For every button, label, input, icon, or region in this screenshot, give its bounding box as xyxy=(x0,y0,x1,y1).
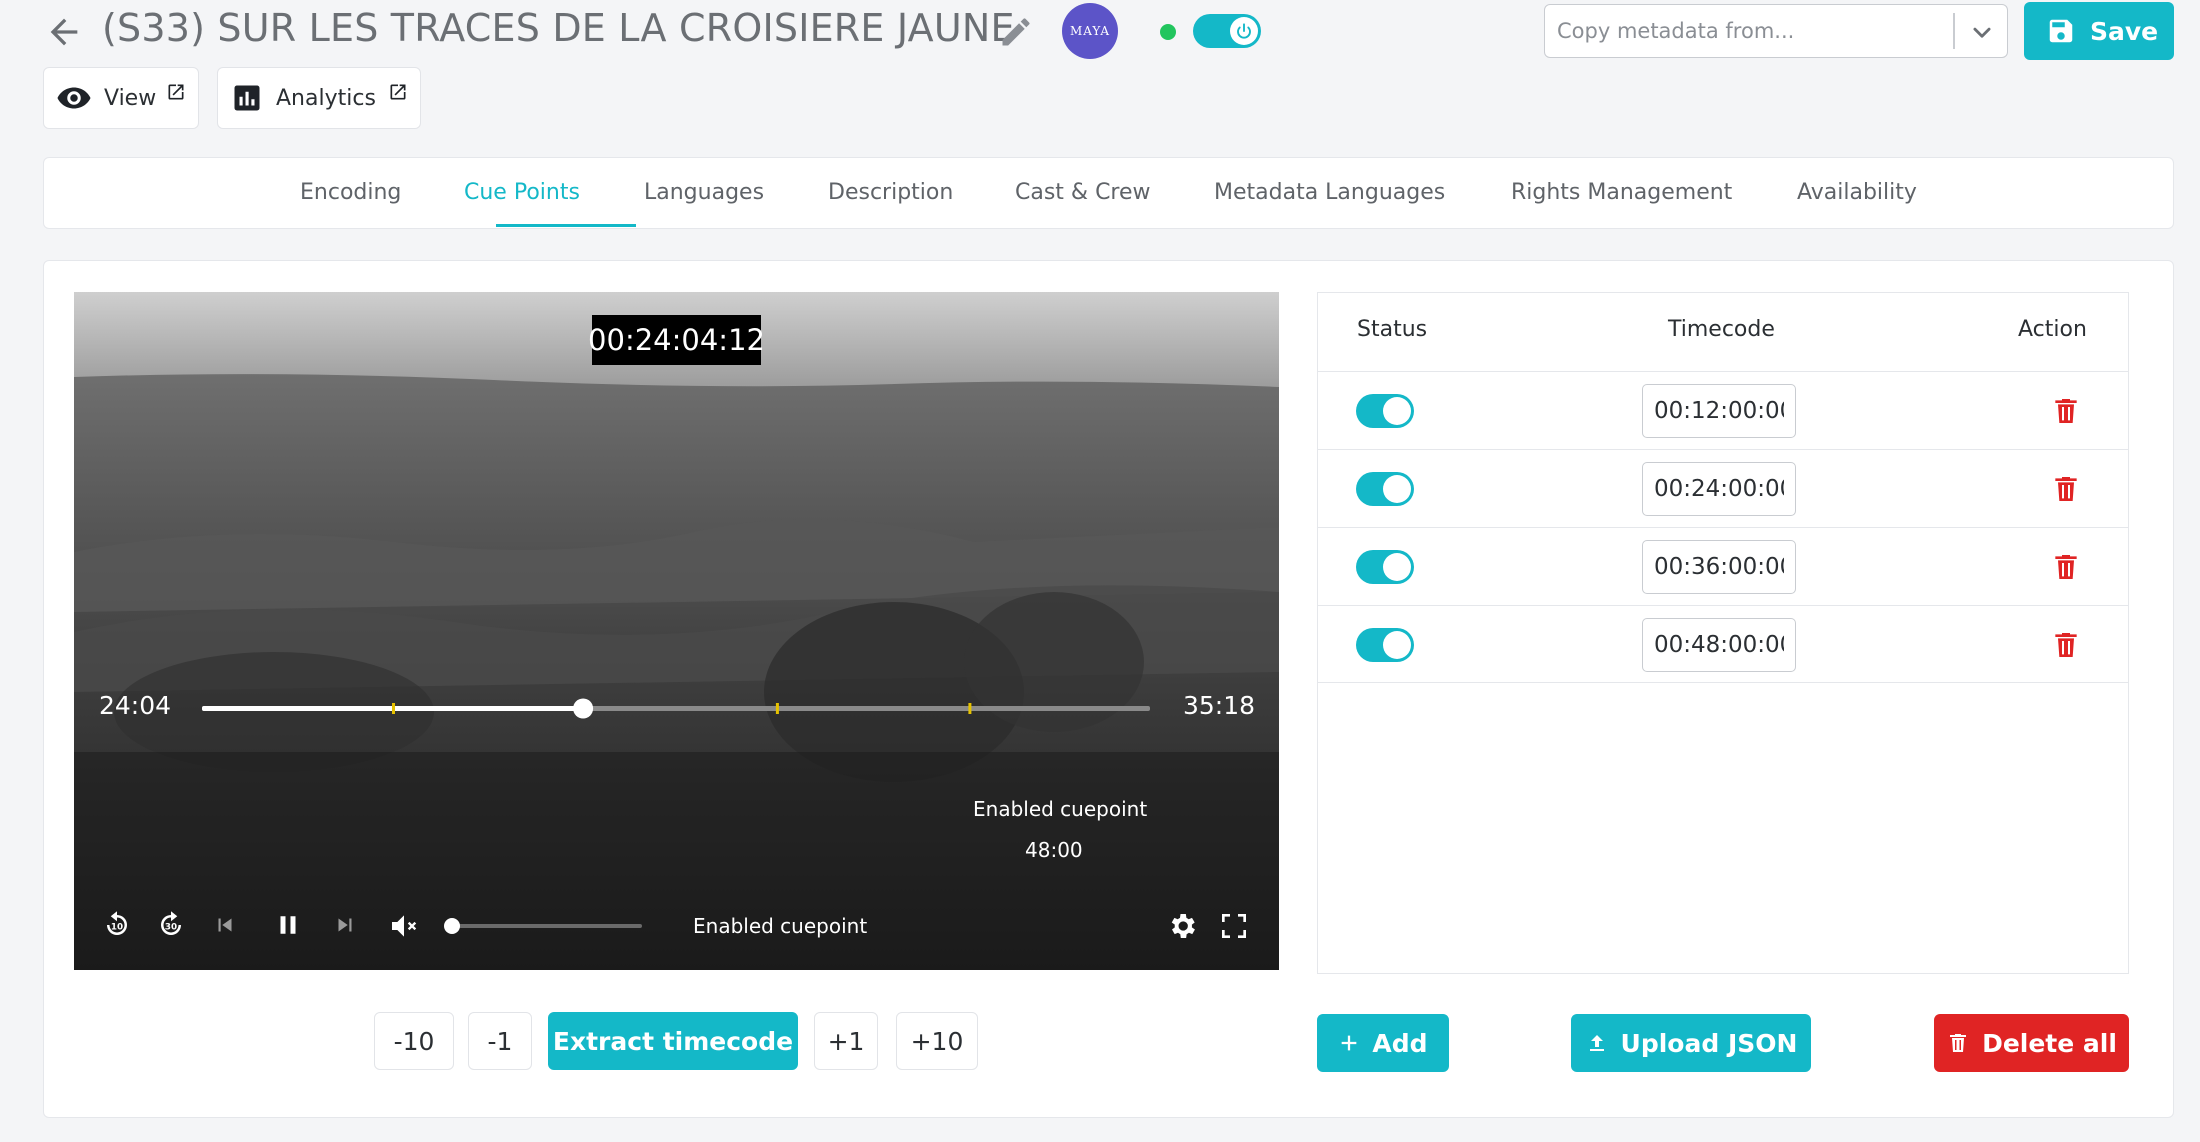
table-row xyxy=(1318,449,2128,527)
trash-icon[interactable] xyxy=(2050,629,2082,661)
step-plus-1-button[interactable]: +1 xyxy=(814,1012,878,1070)
tab-description[interactable]: Description xyxy=(828,180,953,205)
tab-languages[interactable]: Languages xyxy=(644,180,764,205)
status-toggle[interactable] xyxy=(1356,394,1414,428)
copy-metadata-placeholder: Copy metadata from... xyxy=(1557,19,1795,43)
plus-icon xyxy=(1338,1032,1360,1054)
tab-cast-crew[interactable]: Cast & Crew xyxy=(1015,180,1151,205)
cuepoint-status-label: Enabled cuepoint xyxy=(693,914,868,938)
header-status: Status xyxy=(1357,317,1428,342)
chevron-down-icon[interactable] xyxy=(1965,15,1999,49)
svg-text:10: 10 xyxy=(111,922,123,932)
overlay-timecode: 00:24:04:12 xyxy=(588,315,765,365)
cuepoint-tooltip-time: 48:00 xyxy=(1025,838,1083,862)
forward-30-icon[interactable]: 30 xyxy=(156,910,186,940)
eye-icon xyxy=(56,80,92,116)
add-label: Add xyxy=(1372,1028,1428,1058)
cue-marker[interactable] xyxy=(775,703,779,714)
table-row xyxy=(1318,527,2128,605)
save-label: Save xyxy=(2090,16,2159,46)
back-arrow-icon[interactable] xyxy=(44,12,84,52)
progress-track[interactable] xyxy=(74,292,1279,970)
cue-marker[interactable] xyxy=(392,703,395,714)
pause-icon[interactable] xyxy=(273,910,303,940)
view-label: View xyxy=(104,85,157,111)
trash-icon[interactable] xyxy=(2050,395,2082,427)
header-action: Action xyxy=(2018,317,2087,342)
status-indicator-dot xyxy=(1160,24,1176,40)
tab-rights-management[interactable]: Rights Management xyxy=(1511,180,1732,205)
active-tab-underline xyxy=(496,224,636,227)
trash-icon[interactable] xyxy=(2050,473,2082,505)
add-cuepoint-button[interactable]: Add xyxy=(1317,1014,1449,1072)
step-minus-1-button[interactable]: -1 xyxy=(468,1012,532,1070)
trash-icon[interactable] xyxy=(2050,551,2082,583)
volume-handle[interactable] xyxy=(444,918,460,934)
rewind-10-icon[interactable]: 10 xyxy=(102,910,132,940)
status-toggle[interactable] xyxy=(1356,472,1414,506)
table-row xyxy=(1318,371,2128,449)
duration-time: 35:18 xyxy=(1183,691,1256,720)
extract-timecode-button[interactable]: Extract timecode xyxy=(548,1012,798,1070)
volume-mute-icon[interactable] xyxy=(388,910,420,942)
avatar[interactable]: MAYA xyxy=(1062,3,1118,59)
header-timecode: Timecode xyxy=(1668,317,1775,342)
current-time: 24:04 xyxy=(99,691,172,720)
power-toggle[interactable] xyxy=(1193,14,1261,48)
video-player[interactable]: 24:04 35:18 Enabled cuepoint 48:00 Enabl… xyxy=(74,292,1279,970)
skip-previous-icon[interactable] xyxy=(212,912,238,938)
edit-pencil-icon[interactable] xyxy=(998,14,1034,50)
step-plus-10-button[interactable]: +10 xyxy=(896,1012,978,1070)
cue-points-table: Status Timecode Action xyxy=(1317,292,2129,974)
progress-handle[interactable] xyxy=(573,698,594,719)
status-toggle[interactable] xyxy=(1356,550,1414,584)
analytics-button[interactable]: Analytics xyxy=(217,67,421,129)
delete-all-button[interactable]: Delete all xyxy=(1934,1014,2129,1072)
tab-encoding[interactable]: Encoding xyxy=(300,180,401,205)
page-title: (S33) SUR LES TRACES DE LA CROISIERE JAU… xyxy=(102,6,1015,50)
skip-next-icon[interactable] xyxy=(332,912,358,938)
fullscreen-icon[interactable] xyxy=(1218,910,1250,942)
select-separator xyxy=(1953,13,1955,49)
save-disk-icon xyxy=(2046,16,2076,46)
cuepoint-tooltip-title: Enabled cuepoint xyxy=(973,797,1148,821)
tab-availability[interactable]: Availability xyxy=(1797,180,1917,205)
upload-json-button[interactable]: Upload JSON xyxy=(1571,1014,1811,1072)
timecode-input[interactable] xyxy=(1642,462,1796,516)
bar-chart-icon xyxy=(232,83,262,113)
volume-track[interactable] xyxy=(452,924,642,928)
copy-metadata-select[interactable]: Copy metadata from... xyxy=(1544,4,2008,58)
save-button[interactable]: Save xyxy=(2024,2,2174,60)
trash-icon xyxy=(1946,1031,1970,1055)
upload-label: Upload JSON xyxy=(1620,1028,1798,1058)
tab-bar: Encoding Cue Points Languages Descriptio… xyxy=(43,157,2174,229)
external-link-icon xyxy=(166,82,186,102)
svg-text:30: 30 xyxy=(165,922,177,932)
view-button[interactable]: View xyxy=(43,67,199,129)
timecode-input[interactable] xyxy=(1642,384,1796,438)
cue-marker[interactable] xyxy=(968,703,972,714)
tab-metadata-languages[interactable]: Metadata Languages xyxy=(1214,180,1445,205)
external-link-icon xyxy=(388,82,408,102)
status-toggle[interactable] xyxy=(1356,628,1414,662)
table-row xyxy=(1318,605,2128,683)
timecode-input[interactable] xyxy=(1642,618,1796,672)
step-minus-10-button[interactable]: -10 xyxy=(374,1012,454,1070)
settings-icon[interactable] xyxy=(1166,910,1198,942)
power-icon xyxy=(1230,17,1258,45)
upload-icon xyxy=(1585,1031,1609,1055)
timecode-input[interactable] xyxy=(1642,540,1796,594)
delete-all-label: Delete all xyxy=(1982,1028,2117,1058)
tab-cue-points[interactable]: Cue Points xyxy=(464,180,580,205)
analytics-label: Analytics xyxy=(276,85,376,111)
